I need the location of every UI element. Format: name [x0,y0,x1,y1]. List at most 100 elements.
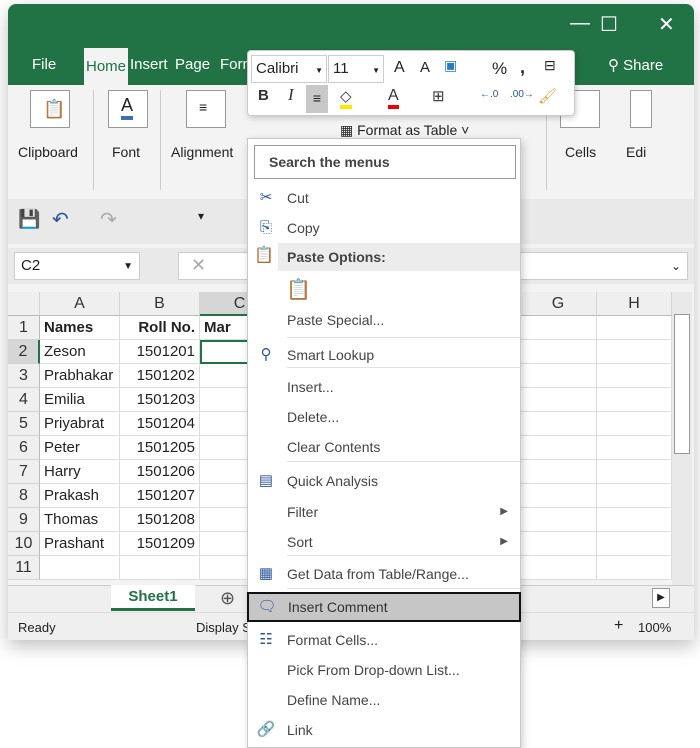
increase-decimal-icon[interactable]: ←.0 [480,89,498,100]
bold-button[interactable]: B [258,87,269,104]
center-align-button[interactable]: ≡ [306,85,328,113]
paste-keep-format-button[interactable]: 📋 [286,277,311,302]
cell[interactable] [520,556,597,580]
row-header[interactable]: 11 [8,556,40,580]
tab-page[interactable]: Page [175,56,210,73]
borders-icon[interactable]: ⊞ [432,87,445,105]
cell[interactable]: Peter [40,436,120,460]
cell[interactable]: 1501209 [120,532,200,556]
cell[interactable] [597,412,672,436]
cell[interactable] [520,340,597,364]
menu-item-smart-lookup[interactable]: ⚲ Smart Lookup [248,340,520,370]
cell[interactable]: Harry [40,460,120,484]
merge-center-icon[interactable]: ⊟ [544,57,556,74]
cell[interactable] [597,340,672,364]
format-as-table-button[interactable]: ▦ Format as Table ˅ [340,122,469,139]
cell[interactable] [520,316,597,340]
menu-item-delete[interactable]: Delete... [248,402,520,432]
row-header[interactable]: 8 [8,484,40,508]
comma-style-icon[interactable]: , [520,57,525,78]
cell[interactable]: Thomas [40,508,120,532]
cell[interactable]: Prakash [40,484,120,508]
cell[interactable]: Prashant [40,532,120,556]
menu-item-link[interactable]: 🔗 Link [248,715,520,745]
cell[interactable] [597,364,672,388]
cell[interactable] [520,412,597,436]
cell[interactable]: 1501205 [120,436,200,460]
cell[interactable]: Prabhakar [40,364,120,388]
row-header[interactable]: 4 [8,388,40,412]
group-editing[interactable]: Edi [626,144,646,160]
cell[interactable]: 1501202 [120,364,200,388]
cell[interactable]: Names [40,316,120,340]
cell[interactable]: 1501204 [120,412,200,436]
row-header[interactable]: 3 [8,364,40,388]
font-size-select[interactable]: 11 ▼ [328,55,384,83]
menu-item-cut[interactable]: ✂ Cut [248,183,520,213]
cell[interactable] [597,460,672,484]
name-box[interactable]: C2 ▼ [14,252,140,280]
save-icon[interactable]: 💾 [18,209,40,230]
cell[interactable] [120,556,200,580]
decrease-decimal-icon[interactable]: .00→ [510,89,534,100]
cell[interactable] [520,388,597,412]
menu-item-get-data-from-table-range[interactable]: ▦ Get Data from Table/Range... [248,559,520,589]
close-button[interactable]: ✕ [658,12,675,37]
menu-item-paste-special[interactable]: Paste Special... [248,305,520,335]
cell[interactable] [597,532,672,556]
percent-icon[interactable]: % [492,59,507,79]
maximize-button[interactable]: ☐ [600,12,618,37]
zoom-level[interactable]: 100% [638,620,671,635]
vertical-scrollbar[interactable] [672,292,692,585]
column-header-g[interactable]: G [520,292,597,316]
cell[interactable]: Emilia [40,388,120,412]
row-header[interactable]: 5 [8,412,40,436]
row-header[interactable]: 7 [8,460,40,484]
search-menus-input[interactable]: Search the menus [254,145,516,179]
cell[interactable] [597,508,672,532]
cell[interactable] [597,388,672,412]
cell[interactable]: 1501203 [120,388,200,412]
redo-icon[interactable]: ↷ [100,207,117,232]
cell[interactable] [520,436,597,460]
cell[interactable]: Roll No. [120,316,200,340]
clipboard-icon[interactable]: 📋 [30,90,70,128]
format-painter-icon[interactable]: 🖌 [538,87,557,105]
tab-insert[interactable]: Insert [130,56,168,73]
group-font[interactable]: Font [112,144,140,160]
row-header[interactable]: 6 [8,436,40,460]
menu-item-quick-analysis[interactable]: ▤ Quick Analysis [248,466,520,496]
expand-icon[interactable]: ⌄ [671,259,681,273]
select-all[interactable] [8,292,40,316]
cell[interactable]: 1501207 [120,484,200,508]
editing-icon[interactable] [630,90,652,128]
menu-item-sort[interactable]: Sort ▶ [248,527,520,557]
cell[interactable] [597,556,672,580]
alignment-icon[interactable]: ≡ [186,90,226,128]
group-cells[interactable]: Cells [565,144,596,160]
cell[interactable] [520,460,597,484]
row-header[interactable]: 1 [8,316,40,340]
cell[interactable]: 1501201 [120,340,200,364]
cell[interactable] [520,484,597,508]
column-header-h[interactable]: H [597,292,672,316]
zoom-in-button[interactable]: + [614,617,623,635]
menu-item-define-name[interactable]: Define Name... [248,685,520,715]
font-color-icon[interactable]: A [388,87,399,109]
menu-item-insert[interactable]: Insert... [248,372,520,402]
font-icon[interactable]: A [108,90,148,128]
scroll-right-button[interactable]: ▶ [652,588,670,608]
cell[interactable]: Priyabrat [40,412,120,436]
customize-qat-icon[interactable]: ▾ [198,209,204,223]
cell[interactable] [597,484,672,508]
increase-font-icon[interactable]: A [394,59,405,77]
cell[interactable] [40,556,120,580]
cell[interactable] [597,436,672,460]
menu-item-filter[interactable]: Filter ▶ [248,497,520,527]
menu-item-format-cells[interactable]: ☷ Format Cells... [248,625,520,655]
cell[interactable]: 1501208 [120,508,200,532]
italic-button[interactable]: I [288,85,294,105]
undo-icon[interactable]: ↶ [52,207,69,232]
cell[interactable]: Zeson [40,340,120,364]
cell[interactable] [520,508,597,532]
